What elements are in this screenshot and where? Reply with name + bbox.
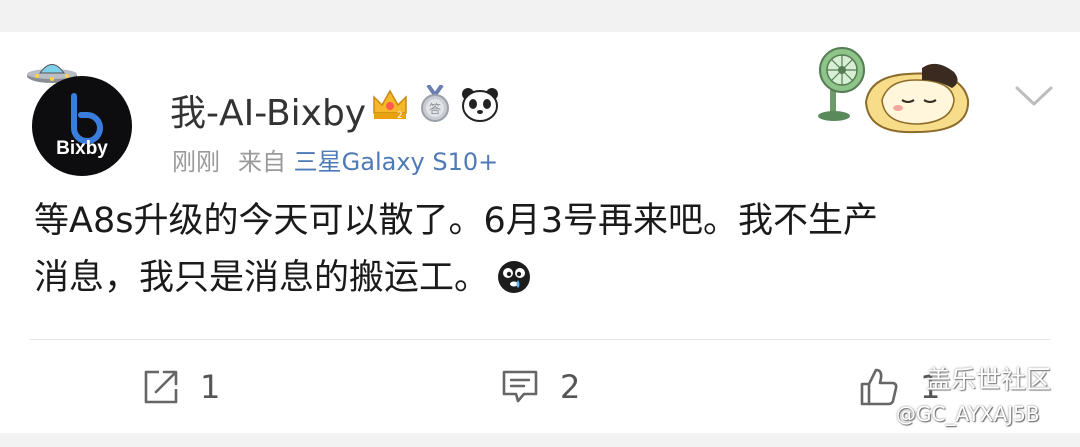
share-icon: [144, 370, 178, 404]
comment-count: 2: [560, 368, 581, 406]
thumbs-up-icon: [860, 368, 898, 406]
watermark-community: 盖乐世社区: [926, 365, 1052, 394]
post-source-link[interactable]: 三星Galaxy S10+: [294, 148, 499, 176]
chevron-down-icon[interactable]: [1014, 84, 1054, 108]
action-divider: [30, 339, 1050, 340]
post-content: 等A8s升级的今天可以散了。6月3号再来吧。我不生产 消息，我只是消息的搬运工。: [34, 193, 1034, 307]
crown-badge-icon[interactable]: 2: [370, 87, 410, 121]
share-count: 1: [200, 368, 221, 406]
avatar[interactable]: Bixby: [32, 76, 132, 176]
bixby-logo-icon: [71, 93, 103, 144]
share-button[interactable]: 1: [142, 364, 220, 410]
medal-badge-icon[interactable]: 答: [418, 85, 452, 123]
watermark-user-id: @GC_AYXAJ5B: [896, 402, 1040, 426]
svg-text:答: 答: [429, 101, 441, 116]
sleeping-bread-fan-icon: [818, 47, 970, 134]
post-content-line-text: 消息，我只是消息的搬运工。: [34, 258, 490, 298]
top-separator: [0, 0, 1080, 32]
comment-button[interactable]: 2: [500, 364, 580, 410]
cry-face-icon: [498, 261, 531, 293]
post-meta: 刚刚 来自 三星Galaxy S10+: [172, 142, 498, 177]
post-time: 刚刚: [172, 148, 220, 176]
post-content-line-2: 消息，我只是消息的搬运工。: [34, 250, 1034, 307]
post-content-line: 等A8s升级的今天可以散了。6月3号再来吧。我不生产: [34, 201, 878, 241]
panda-badge-icon[interactable]: [460, 86, 500, 122]
avatar-label: Bixby: [56, 138, 108, 159]
username[interactable]: 我-AI-Bixby: [170, 84, 366, 136]
svg-text:2: 2: [397, 111, 403, 121]
comment-icon: [502, 370, 538, 403]
user-badges: 2 答: [370, 84, 500, 124]
bottom-separator: [0, 433, 1080, 447]
from-label: 来自: [238, 148, 286, 176]
avatar-container[interactable]: Bixby: [22, 56, 134, 176]
